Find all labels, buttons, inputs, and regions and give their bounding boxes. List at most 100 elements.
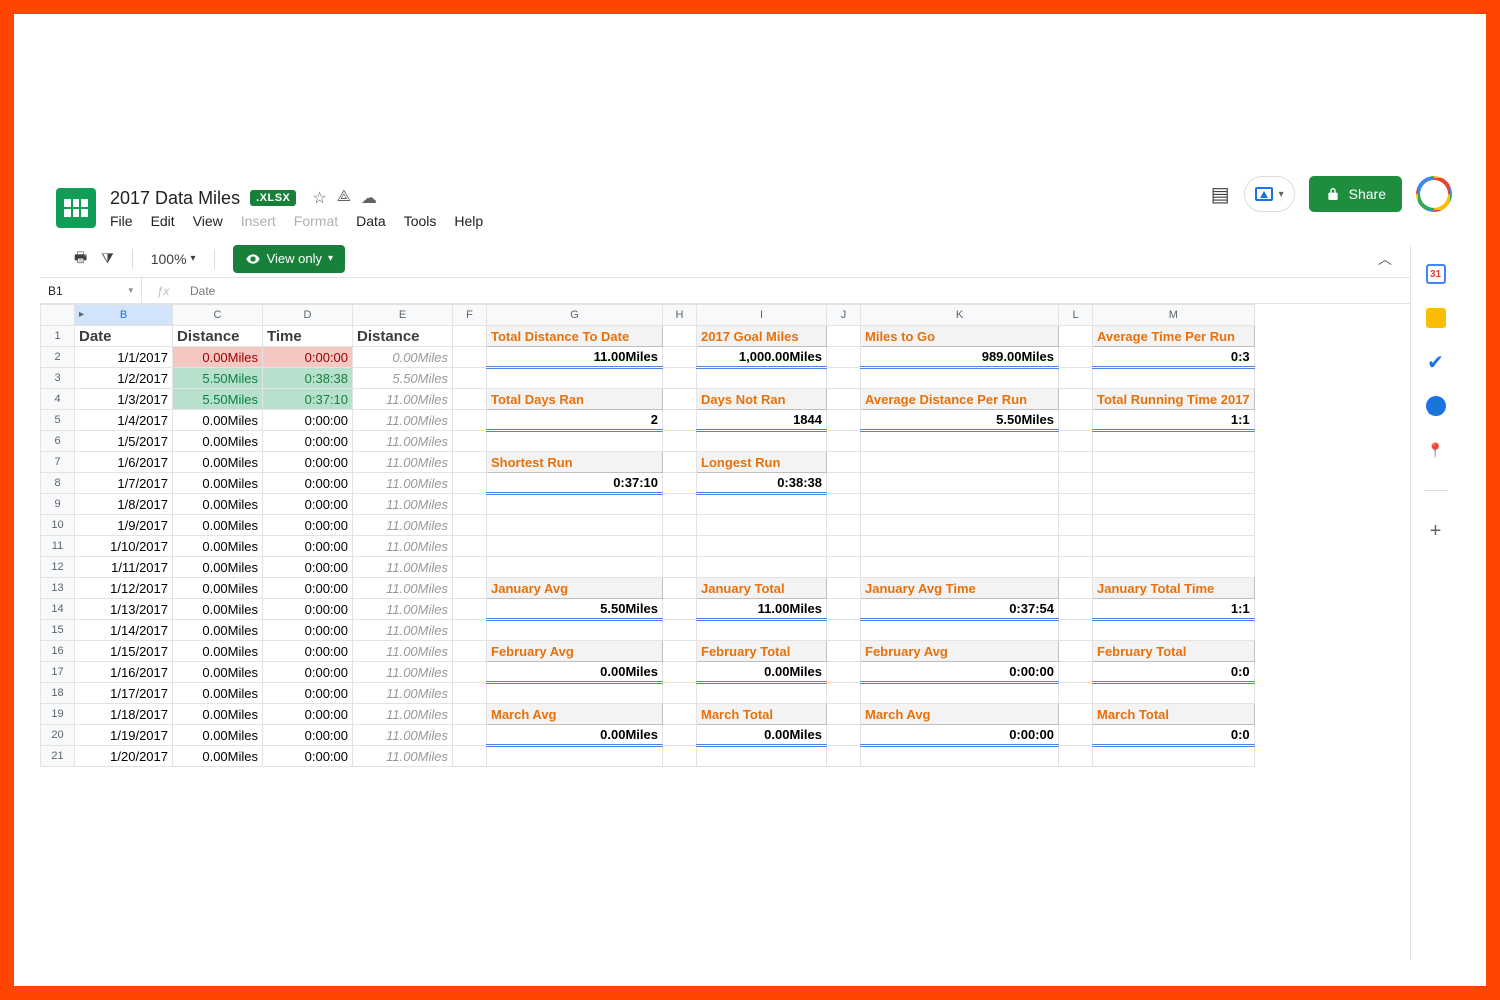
chevron-down-icon: ▾ [1279,189,1284,200]
menu-edit[interactable]: Edit [151,213,175,229]
tasks-icon[interactable]: ✔ [1426,352,1446,372]
row-header[interactable]: 6 [41,431,75,452]
account-avatar[interactable] [1416,176,1452,212]
menu-format[interactable]: Format [294,213,338,229]
row-header[interactable]: 11 [41,536,75,557]
col-E[interactable]: E [353,305,453,326]
table-row[interactable]: 101/9/20170.00Miles0:00:0011.00Miles [41,515,1255,536]
col-M[interactable]: M [1093,305,1255,326]
row-header[interactable]: 19 [41,704,75,725]
zoom-selector[interactable]: 100%▾ [151,251,196,267]
col-D[interactable]: D [263,305,353,326]
table-row[interactable]: 151/14/20170.00Miles0:00:0011.00Miles [41,620,1255,641]
col-B[interactable]: ▸B [75,305,173,326]
menu-view[interactable]: View [193,213,223,229]
row-header[interactable]: 21 [41,746,75,767]
sheets-logo-grid [64,199,88,217]
row-header[interactable]: 4 [41,389,75,410]
document-title[interactable]: 2017 Data Miles [110,188,240,209]
table-row[interactable]: 161/15/20170.00Miles0:00:0011.00MilesFeb… [41,641,1255,662]
menu-tools[interactable]: Tools [404,213,437,229]
col-J[interactable]: J [827,305,861,326]
xlsx-badge: .XLSX [250,190,296,206]
menu-insert[interactable]: Insert [241,213,276,229]
cloud-icon[interactable]: ☁ [361,188,377,208]
keep-icon[interactable] [1426,308,1446,328]
table-row[interactable]: 121/11/20170.00Miles0:00:0011.00Miles [41,557,1255,578]
col-L[interactable]: L [1059,305,1093,326]
row-header[interactable]: 2 [41,347,75,368]
table-row[interactable]: 21/1/20170.00Miles0:00:000.00Miles11.00M… [41,347,1255,368]
row-header[interactable]: 10 [41,515,75,536]
row-header[interactable]: 15 [41,620,75,641]
row-header[interactable]: 8 [41,473,75,494]
calendar-icon[interactable]: 31 [1426,264,1446,284]
row-header[interactable]: 1 [41,326,75,347]
arrow-right-icon: ▸ [79,309,84,320]
table-row[interactable]: 111/10/20170.00Miles0:00:0011.00Miles [41,536,1255,557]
table-row[interactable]: 181/17/20170.00Miles0:00:0011.00Miles [41,683,1255,704]
col-K[interactable]: K [861,305,1059,326]
addons-plus-icon[interactable]: + [1426,521,1446,541]
table-row[interactable]: 201/19/20170.00Miles0:00:0011.00Miles0.0… [41,725,1255,746]
row-header[interactable]: 18 [41,683,75,704]
row-header[interactable]: 20 [41,725,75,746]
print-icon[interactable]: 🖶 [74,247,87,271]
col-I[interactable]: I [697,305,827,326]
col-H[interactable]: H [663,305,697,326]
col-F[interactable]: F [453,305,487,326]
table-row[interactable]: 61/5/20170.00Miles0:00:0011.00Miles [41,431,1255,452]
fx-icon: ƒx [142,284,184,298]
share-label: Share [1349,186,1386,202]
col-G[interactable]: G [487,305,663,326]
name-box[interactable]: B1▾ [40,278,142,303]
row-header[interactable]: 9 [41,494,75,515]
formula-value[interactable]: Date [184,284,215,298]
col-C[interactable]: C [173,305,263,326]
view-only-button[interactable]: View only ▾ [233,245,345,273]
grid[interactable]: ▸B C D E F G H I J K L M 1DateDistanceTi… [40,304,1255,767]
menu-help[interactable]: Help [454,213,483,229]
table-row[interactable]: 171/16/20170.00Miles0:00:0011.00Miles0.0… [41,662,1255,683]
row-header[interactable]: 16 [41,641,75,662]
present-button[interactable]: ▾ [1244,176,1295,212]
table-row[interactable]: 91/8/20170.00Miles0:00:0011.00Miles [41,494,1255,515]
eye-icon [245,251,261,267]
menu-bar: File Edit View Insert Format Data Tools … [110,213,483,229]
sheets-logo[interactable] [56,188,96,228]
collapse-icon[interactable]: ︿ [1378,249,1392,269]
row-header[interactable]: 7 [41,452,75,473]
contacts-icon[interactable]: 👤 [1426,396,1446,416]
move-icon[interactable]: ⟁ [337,188,351,208]
formula-bar: B1▾ ƒx Date [40,278,1410,304]
row-header[interactable]: 13 [41,578,75,599]
table-row[interactable]: 51/4/20170.00Miles0:00:0011.00Miles21844… [41,410,1255,431]
menu-file[interactable]: File [110,213,133,229]
maps-icon[interactable]: 📍 [1426,440,1446,460]
comments-icon[interactable]: ▤ [1211,182,1230,207]
table-row[interactable]: 191/18/20170.00Miles0:00:0011.00MilesMar… [41,704,1255,725]
side-separator [1424,490,1448,491]
table-row[interactable]: 211/20/20170.00Miles0:00:0011.00Miles [41,746,1255,767]
table-row[interactable]: 31/2/20175.50Miles0:38:385.50Miles [41,368,1255,389]
chevron-down-icon: ▾ [328,253,333,264]
filter-icon[interactable]: ⧩ [101,250,114,267]
table-row[interactable]: 141/13/20170.00Miles0:00:0011.00Miles5.5… [41,599,1255,620]
view-only-label: View only [267,251,322,266]
row-header[interactable]: 17 [41,662,75,683]
column-headers: ▸B C D E F G H I J K L M [41,305,1255,326]
menu-data[interactable]: Data [356,213,386,229]
row-header[interactable]: 12 [41,557,75,578]
app-header: 2017 Data Miles .XLSX ☆ ⟁ ☁ File Edit Vi… [40,182,1460,234]
table-row[interactable]: 131/12/20170.00Miles0:00:0011.00MilesJan… [41,578,1255,599]
side-panel: 31 ✔ 👤 📍 + [1410,246,1460,960]
row-header[interactable]: 14 [41,599,75,620]
table-row[interactable]: 81/7/20170.00Miles0:00:0011.00Miles0:37:… [41,473,1255,494]
table-row[interactable]: 41/3/20175.50Miles0:37:1011.00MilesTotal… [41,389,1255,410]
share-button[interactable]: Share [1309,176,1402,212]
star-icon[interactable]: ☆ [312,188,326,208]
table-row[interactable]: 71/6/20170.00Miles0:00:0011.00MilesShort… [41,452,1255,473]
select-all-corner[interactable] [41,305,75,326]
row-header[interactable]: 3 [41,368,75,389]
row-header[interactable]: 5 [41,410,75,431]
